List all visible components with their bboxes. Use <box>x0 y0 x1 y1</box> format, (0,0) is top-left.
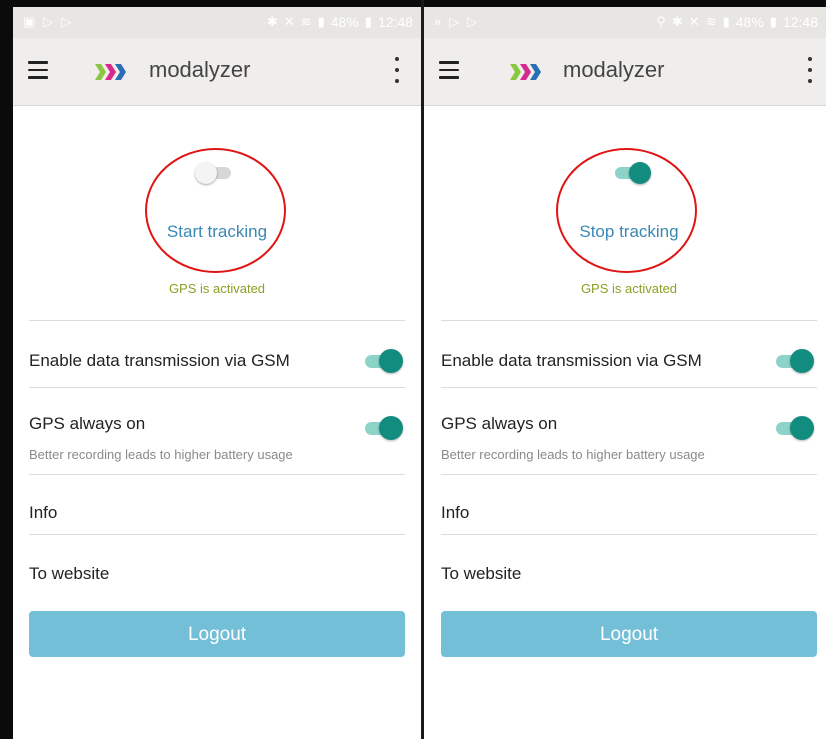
divider <box>441 320 817 321</box>
black-border-left <box>0 0 13 739</box>
play-icon: ▷ <box>449 14 460 29</box>
highlight-circle <box>145 148 286 273</box>
gps-always-on-switch[interactable] <box>365 416 403 440</box>
website-link[interactable]: To website <box>441 564 521 584</box>
gsm-setting-label: Enable data transmission via GSM <box>29 351 290 370</box>
location-icon: ⚲ <box>656 14 666 29</box>
signal-icon: ▮ <box>317 14 325 29</box>
battery-percent: 48% <box>330 14 359 30</box>
website-link[interactable]: To website <box>29 564 109 584</box>
status-system-icons: ⚲ ✱ ✕ ≋ ▮ 48% ▮ 12:48 <box>656 13 818 31</box>
divider <box>29 320 405 321</box>
divider <box>29 474 405 475</box>
logout-button[interactable]: Logout <box>29 611 405 657</box>
battery-icon: ▮ <box>364 14 372 29</box>
clock: 12:48 <box>377 14 413 30</box>
phone-screen-right: » ▷ ▷ ⚲ ✱ ✕ ≋ ▮ 48% ▮ 12:48 modalyzer St… <box>424 7 826 739</box>
divider <box>441 534 817 535</box>
modalyzer-logo-icon <box>95 64 126 80</box>
more-vert-icon[interactable] <box>807 57 813 83</box>
black-border-top <box>0 0 826 7</box>
status-notification-icons: » ▷ ▷ <box>434 13 477 31</box>
app-title: modalyzer <box>149 57 251 82</box>
info-link[interactable]: Info <box>29 503 57 523</box>
battery-icon: ▮ <box>769 14 777 29</box>
gsm-setting-label: Enable data transmission via GSM <box>441 351 702 370</box>
play-icon: ▷ <box>61 14 72 29</box>
gps-always-on-switch[interactable] <box>776 416 814 440</box>
mute-icon: ✕ <box>283 14 295 29</box>
phone-screen-left: ▣ ▷ ▷ ✱ ✕ ≋ ▮ 48% ▮ 12:48 modalyzer Star… <box>13 7 421 739</box>
gps-always-on-label: GPS always on <box>29 414 146 433</box>
divider <box>441 474 817 475</box>
logout-button[interactable]: Logout <box>441 611 817 657</box>
more-vert-icon[interactable] <box>394 57 400 83</box>
battery-percent: 48% <box>735 14 764 30</box>
menu-icon[interactable] <box>28 61 48 79</box>
wifi-icon: ≋ <box>705 14 717 29</box>
menu-icon[interactable] <box>439 61 459 79</box>
modalyzer-logo-icon <box>510 64 541 80</box>
app-bar: modalyzer <box>424 38 826 106</box>
gsm-switch[interactable] <box>365 349 403 373</box>
gps-always-on-description: Better recording leads to higher battery… <box>29 447 293 462</box>
wifi-icon: ≋ <box>300 14 312 29</box>
bluetooth-icon: ✱ <box>671 14 683 29</box>
gps-always-on-description: Better recording leads to higher battery… <box>441 447 705 462</box>
mute-icon: ✕ <box>688 14 700 29</box>
info-link[interactable]: Info <box>441 503 469 523</box>
status-system-icons: ✱ ✕ ≋ ▮ 48% ▮ 12:48 <box>267 13 413 31</box>
divider <box>29 387 405 388</box>
divider <box>441 387 817 388</box>
play-icon: ▷ <box>467 14 478 29</box>
bluetooth-icon: ✱ <box>266 14 278 29</box>
gallery-icon: ▣ <box>23 14 36 29</box>
app-title: modalyzer <box>563 57 665 82</box>
highlight-circle <box>556 148 697 273</box>
status-bar: ▣ ▷ ▷ ✱ ✕ ≋ ▮ 48% ▮ 12:48 <box>13 7 421 38</box>
signal-icon: ▮ <box>722 14 730 29</box>
status-bar: » ▷ ▷ ⚲ ✱ ✕ ≋ ▮ 48% ▮ 12:48 <box>424 7 826 38</box>
status-notification-icons: ▣ ▷ ▷ <box>23 13 71 31</box>
play-icon: ▷ <box>43 14 54 29</box>
gsm-switch[interactable] <box>776 349 814 373</box>
gps-always-on-label: GPS always on <box>441 414 558 433</box>
clock: 12:48 <box>782 14 818 30</box>
gps-status: GPS is activated <box>580 281 678 296</box>
app-bar: modalyzer <box>13 38 421 106</box>
screenshot-frame: ▣ ▷ ▷ ✱ ✕ ≋ ▮ 48% ▮ 12:48 modalyzer Star… <box>0 0 826 739</box>
divider <box>29 534 405 535</box>
modalyzer-notification-icon: » <box>434 14 442 29</box>
gps-status: GPS is activated <box>168 281 266 296</box>
